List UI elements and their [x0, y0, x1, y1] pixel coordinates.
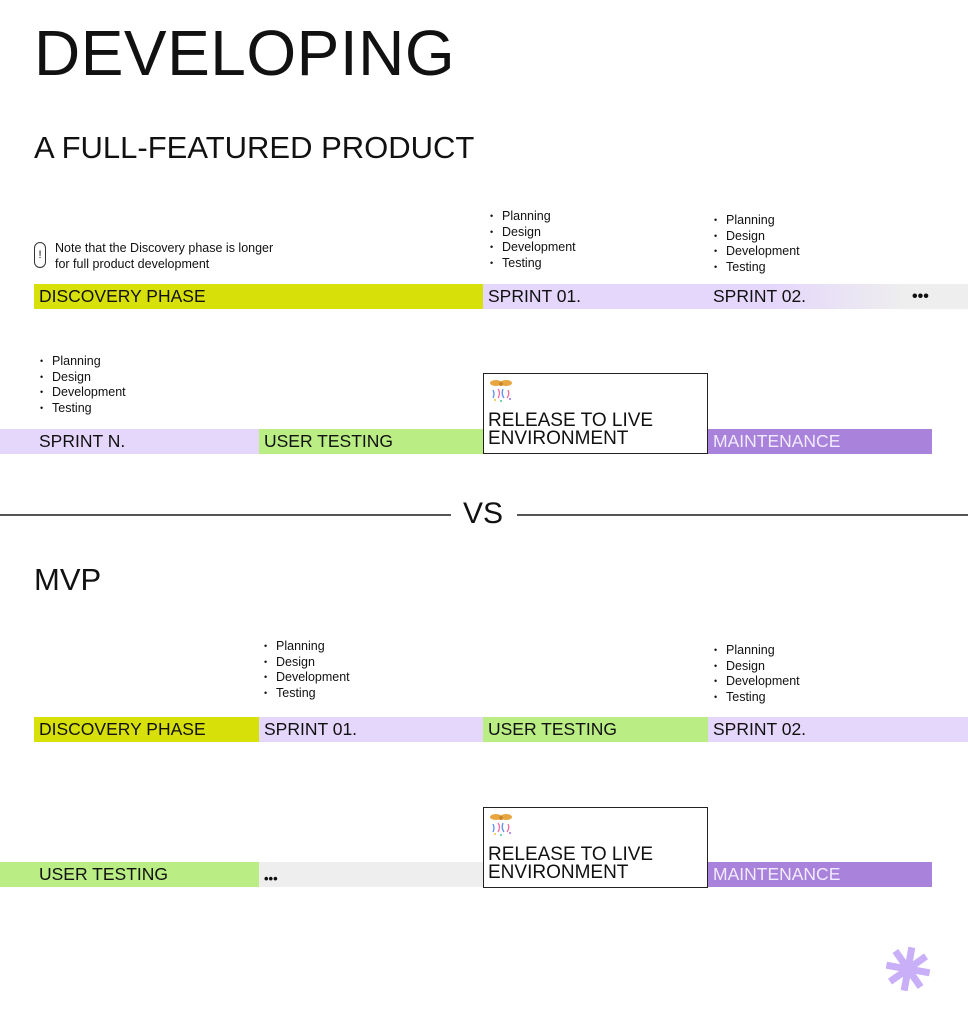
mvp-user-testing-bar: USER TESTING — [483, 717, 708, 742]
user-testing-bar: USER TESTING — [259, 429, 484, 454]
section-heading-mvp: MVP — [34, 562, 102, 597]
task-item: Design — [40, 370, 126, 386]
release-label: RELEASE TO LIVE ENVIRONMENT — [488, 844, 654, 883]
sprint-n-bar: SPRINT N. — [0, 429, 259, 454]
task-item: Development — [490, 240, 576, 256]
gift-confetti-icon — [490, 380, 512, 402]
task-item: Development — [714, 674, 800, 690]
sprint02-bar: SPRINT 02. ••• — [708, 284, 968, 309]
more-ellipsis: ••• — [264, 871, 278, 886]
mvp-more-bar: ••• — [259, 862, 483, 887]
task-item: Testing — [264, 686, 350, 702]
mvp-sprint02-bar: SPRINT 02. — [708, 717, 968, 742]
task-item: Design — [490, 225, 576, 241]
release-label: RELEASE TO LIVE ENVIRONMENT — [488, 410, 654, 449]
asterisk-icon — [885, 946, 931, 992]
divider-line-right — [517, 514, 968, 516]
mvp-release-box: RELEASE TO LIVE ENVIRONMENT — [483, 807, 708, 888]
note-line-1: Note that the Discovery phase is longer — [55, 241, 274, 255]
sprint01-bar: SPRINT 01. — [483, 284, 708, 309]
task-item: Design — [714, 659, 800, 675]
task-item: Testing — [714, 260, 800, 276]
mvp-sprint02-task-list: Planning Design Development Testing — [714, 643, 800, 706]
sprint02-task-list: Planning Design Development Testing — [714, 213, 800, 276]
task-item: Planning — [40, 354, 126, 370]
section-heading-full-product: A FULL-FEATURED PRODUCT — [34, 130, 475, 165]
mvp-maintenance-bar: MAINTENANCE — [708, 862, 932, 887]
task-item: Testing — [490, 256, 576, 272]
task-item: Development — [40, 385, 126, 401]
task-item: Planning — [714, 213, 800, 229]
task-item: Planning — [490, 209, 576, 225]
more-ellipsis: ••• — [912, 288, 929, 305]
discovery-note: Note that the Discovery phase is longer … — [55, 240, 273, 272]
exclamation-icon: ! — [34, 242, 46, 268]
task-item: Design — [264, 655, 350, 671]
mvp-sprint01-task-list: Planning Design Development Testing — [264, 639, 350, 702]
task-item: Development — [714, 244, 800, 260]
task-item: Design — [714, 229, 800, 245]
mvp-discovery-phase-bar: DISCOVERY PHASE — [34, 717, 259, 742]
task-item: Planning — [714, 643, 800, 659]
task-item: Testing — [714, 690, 800, 706]
release-box: RELEASE TO LIVE ENVIRONMENT — [483, 373, 708, 454]
discovery-phase-bar: DISCOVERY PHASE — [34, 284, 483, 309]
task-item: Development — [264, 670, 350, 686]
maintenance-bar: MAINTENANCE — [708, 429, 932, 454]
page-title: DEVELOPING — [34, 17, 456, 89]
task-item: Planning — [264, 639, 350, 655]
sprint01-task-list: Planning Design Development Testing — [490, 209, 576, 272]
task-item: Testing — [40, 401, 126, 417]
sprint02-label: SPRINT 02. — [713, 286, 807, 306]
mvp-sprint01-bar: SPRINT 01. — [259, 717, 483, 742]
vs-label: VS — [463, 497, 504, 530]
divider-line-left — [0, 514, 451, 516]
note-line-2: for full product development — [55, 257, 210, 271]
sprint-n-task-list: Planning Design Development Testing — [40, 354, 126, 417]
gift-confetti-icon — [490, 814, 512, 836]
mvp-user-testing-bar-2: USER TESTING — [0, 862, 259, 887]
